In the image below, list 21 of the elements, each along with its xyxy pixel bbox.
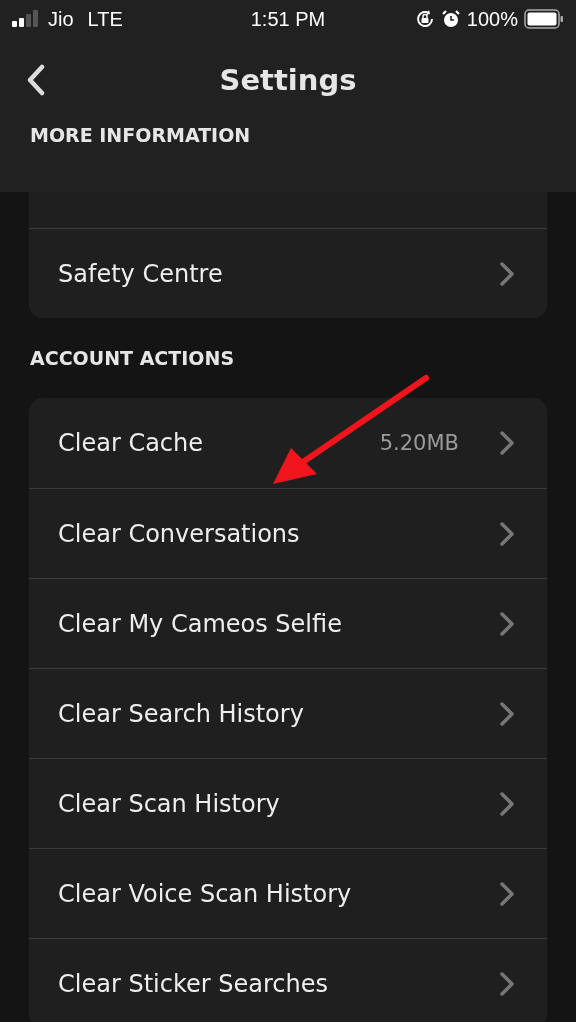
rotation-lock-icon bbox=[414, 9, 435, 29]
chevron-right-icon bbox=[499, 970, 515, 997]
chevron-left-icon bbox=[26, 64, 46, 96]
clock-time: 1:51 PM bbox=[250, 7, 326, 31]
battery-icon bbox=[524, 9, 564, 29]
back-button[interactable] bbox=[26, 64, 46, 96]
chevron-right-icon bbox=[499, 520, 515, 547]
page-title: Settings bbox=[219, 63, 357, 97]
chevron-right-icon bbox=[499, 260, 515, 287]
section-heading: MORE INFORMATION bbox=[30, 124, 251, 146]
chevron-right-icon bbox=[499, 700, 515, 727]
battery-percent: 100% bbox=[466, 7, 518, 31]
section-heading: ACCOUNT ACTIONS bbox=[30, 347, 235, 369]
chevron-right-icon bbox=[499, 880, 515, 907]
alarm-icon bbox=[440, 9, 461, 29]
cache-size: 5.20MB bbox=[379, 431, 459, 455]
network-type: LTE bbox=[87, 7, 123, 31]
chevron-right-icon bbox=[499, 610, 515, 637]
chevron-right-icon bbox=[499, 790, 515, 817]
chevron-right-icon bbox=[499, 430, 515, 456]
carrier-name: Jio bbox=[48, 7, 74, 31]
